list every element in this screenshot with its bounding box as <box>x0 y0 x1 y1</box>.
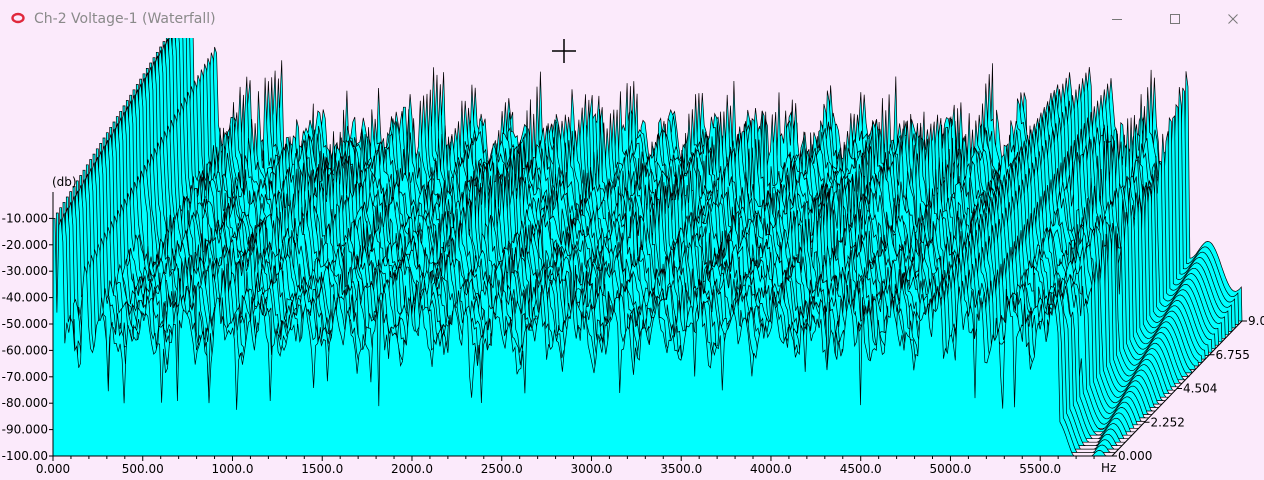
z-tick-label: 2.252 <box>1151 415 1185 429</box>
close-button[interactable] <box>1204 0 1262 38</box>
y-tick-label: -50.000 <box>2 317 48 331</box>
y-axis-label: (db) <box>52 175 77 189</box>
close-icon <box>1228 14 1238 24</box>
x-tick-label: 2500.0 <box>481 462 523 476</box>
y-tick-label: -60.000 <box>2 343 48 357</box>
x-tick-label: 4000.0 <box>750 462 792 476</box>
waveform-app-icon <box>11 12 25 24</box>
maximize-icon <box>1170 14 1180 24</box>
y-tick-label: -100.00 <box>2 449 48 463</box>
x-tick-label: 5000.0 <box>929 462 971 476</box>
z-tick-label: 9.0 <box>1248 314 1264 328</box>
x-tick-label: 4500.0 <box>840 462 882 476</box>
waterfall-surface <box>52 38 1243 457</box>
y-tick-label: -90.000 <box>2 423 48 437</box>
minimize-button[interactable] <box>1088 0 1146 38</box>
x-tick-label: 3500.0 <box>660 462 702 476</box>
y-tick-label: -70.000 <box>2 370 48 384</box>
waterfall-chart: (db) -10.000 -20.000 -30.000 -40.000 -50.000 -… <box>2 38 1264 476</box>
y-tick-label: -40.000 <box>2 291 48 305</box>
waterfall-plot[interactable]: (db) -10.000 -20.000 -30.000 -40.000 -50.000 -… <box>0 38 1264 480</box>
window-title: Ch-2 Voltage-1 (Waterfall) <box>34 11 216 27</box>
x-axis-label: Hz <box>1101 461 1116 475</box>
y-tick-label: -30.000 <box>2 264 48 278</box>
x-tick-label: 500.00 <box>122 462 164 476</box>
z-tick-label: 0.000 <box>1118 449 1152 463</box>
y-tick-label: -80.000 <box>2 396 48 410</box>
z-tick-label: 4.504 <box>1183 382 1217 396</box>
y-tick-label: -10.000 <box>2 211 48 225</box>
x-tick-label: 1500.0 <box>301 462 343 476</box>
minimize-icon <box>1112 19 1122 20</box>
x-tick-label: 0.000 <box>36 462 70 476</box>
x-tick-label: 2000.0 <box>391 462 433 476</box>
title-bar: Ch-2 Voltage-1 (Waterfall) <box>0 0 1264 38</box>
crosshair-cursor-icon <box>552 39 576 63</box>
x-tick-label: 5500.0 <box>1019 462 1061 476</box>
maximize-button[interactable] <box>1146 0 1204 38</box>
x-tick-label: 3000.0 <box>570 462 612 476</box>
x-tick-label: 1000.0 <box>211 462 253 476</box>
y-tick-label: -20.000 <box>2 238 48 252</box>
z-tick-label: 6.755 <box>1216 348 1250 362</box>
